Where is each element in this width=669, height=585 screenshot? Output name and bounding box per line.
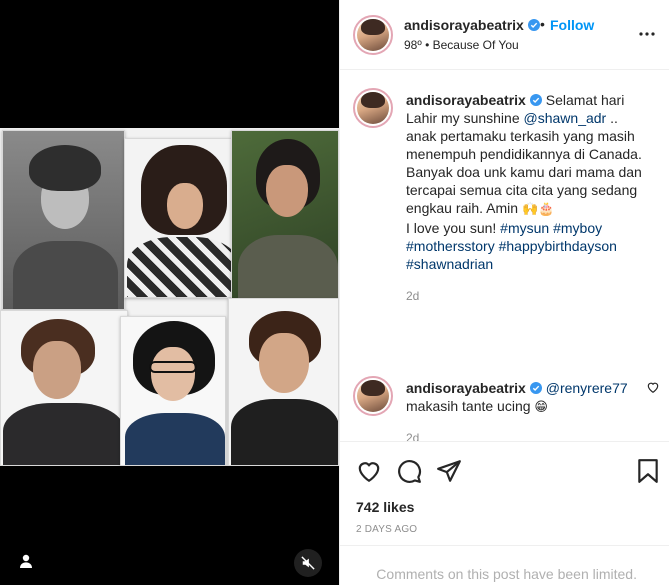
collage-photo-2 [124,138,240,298]
post-header: andisorayabeatrix • Follow 98º • Because… [340,0,669,70]
avatar[interactable] [353,376,393,416]
caption-text-part: I love you sun! [406,220,501,236]
comment-emoji: 😁 [534,400,548,415]
comment-like-heart-icon[interactable] [646,380,660,394]
comment-text-part: makasih tante ucing [406,398,535,414]
author-username[interactable]: andisorayabeatrix [404,17,540,33]
comments-list[interactable]: andisorayabeatrix Selamat hari Lahir my … [340,71,669,441]
caption-timestamp: 2d [406,289,420,303]
mute-button[interactable] [294,549,322,577]
comment: andisorayabeatrix @renyrere77 makasih ta… [340,359,669,441]
mention-link[interactable]: @renyrere77 [546,380,628,396]
likes-count[interactable]: 742 likes [356,499,414,515]
verified-badge-icon [529,382,542,394]
follow-button[interactable]: Follow [550,17,594,33]
caption-emojis: 🙌🎂 [521,202,555,217]
action-bar: 742 likes 2 DAYS AGO Comments on this po… [340,441,669,585]
comments-limited-notice: Comments on this post have been limited. [340,545,669,585]
collage-photo-5 [120,316,226,466]
comment-text: andisorayabeatrix @renyrere77 makasih ta… [406,379,638,417]
muted-speaker-icon [301,556,315,570]
collage-photo-1 [2,130,125,310]
avatar[interactable] [353,15,393,55]
collage-photo-4 [0,310,128,466]
post-media[interactable] [0,0,339,585]
photo-collage [0,128,339,466]
separator-dot: • [540,16,545,32]
avatar[interactable] [353,88,393,128]
bookmark-icon[interactable] [635,458,661,484]
comment-username[interactable]: andisorayabeatrix [406,380,526,396]
comment-timestamp: 2d [406,431,420,441]
audio-subtitle[interactable]: 98º • Because Of You [404,38,519,52]
post-date: 2 DAYS AGO [356,524,418,535]
verified-badge-icon [527,19,540,31]
more-options-icon[interactable] [636,24,658,44]
share-icon[interactable] [436,458,462,484]
user-tag-icon[interactable] [12,547,40,575]
collage-photo-3 [231,130,339,306]
post-details-panel: andisorayabeatrix • Follow 98º • Because… [339,0,669,585]
verified-badge-icon [529,94,542,106]
collage-photo-6 [228,298,339,466]
heart-icon[interactable] [356,458,382,484]
comment-icon[interactable] [396,458,422,484]
caption: andisorayabeatrix Selamat hari Lahir my … [340,71,669,311]
mention-link[interactable]: @shawn_adr [524,110,607,126]
caption-username[interactable]: andisorayabeatrix [406,92,526,108]
caption-text: andisorayabeatrix Selamat hari Lahir my … [406,91,646,273]
